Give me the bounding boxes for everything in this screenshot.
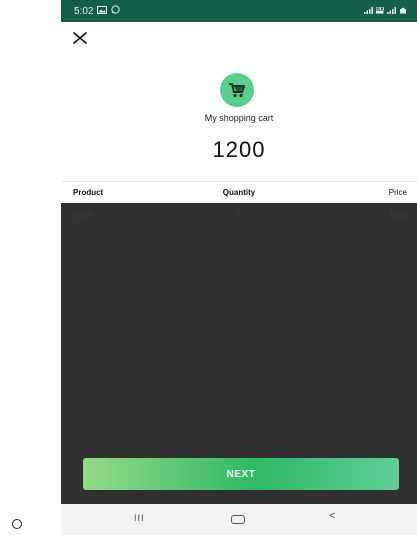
android-nav-bar: III <	[61, 504, 417, 535]
back-button[interactable]: <	[329, 510, 335, 522]
recent-apps-button[interactable]: III	[134, 513, 145, 523]
status-bar: 5:02	[61, 0, 417, 22]
header-quantity: Quantity	[222, 188, 256, 197]
signal-icon	[364, 6, 373, 16]
cart-total: 1200	[212, 137, 266, 162]
header-price: Price	[388, 188, 407, 197]
battery-icon	[399, 7, 407, 16]
row-quantity: 1	[236, 211, 242, 220]
cart-items-panel: Tshirt 1 1200 NEXT	[61, 203, 417, 504]
cart-title: My shopping cart	[204, 113, 274, 123]
outside-circle-icon	[12, 519, 22, 529]
cart-badge	[220, 73, 254, 107]
whatsapp-notification-icon	[111, 5, 121, 17]
signal-2-icon	[387, 6, 396, 16]
divider	[61, 181, 417, 182]
close-icon	[73, 32, 87, 44]
table-row: Tshirt 1 1200	[61, 211, 417, 225]
shopping-cart-icon	[229, 83, 245, 98]
row-price: 1200	[389, 211, 407, 220]
close-button[interactable]	[70, 28, 90, 48]
gallery-notification-icon	[97, 5, 108, 17]
network-type-icon	[375, 6, 384, 16]
next-button[interactable]: NEXT	[83, 458, 399, 490]
phone-screen: 5:02 My shopping cart 1200 Product Quant…	[61, 0, 417, 535]
table-header: Product Quantity Price	[61, 188, 417, 202]
home-button[interactable]	[231, 515, 245, 524]
status-time: 5:02	[74, 5, 94, 17]
